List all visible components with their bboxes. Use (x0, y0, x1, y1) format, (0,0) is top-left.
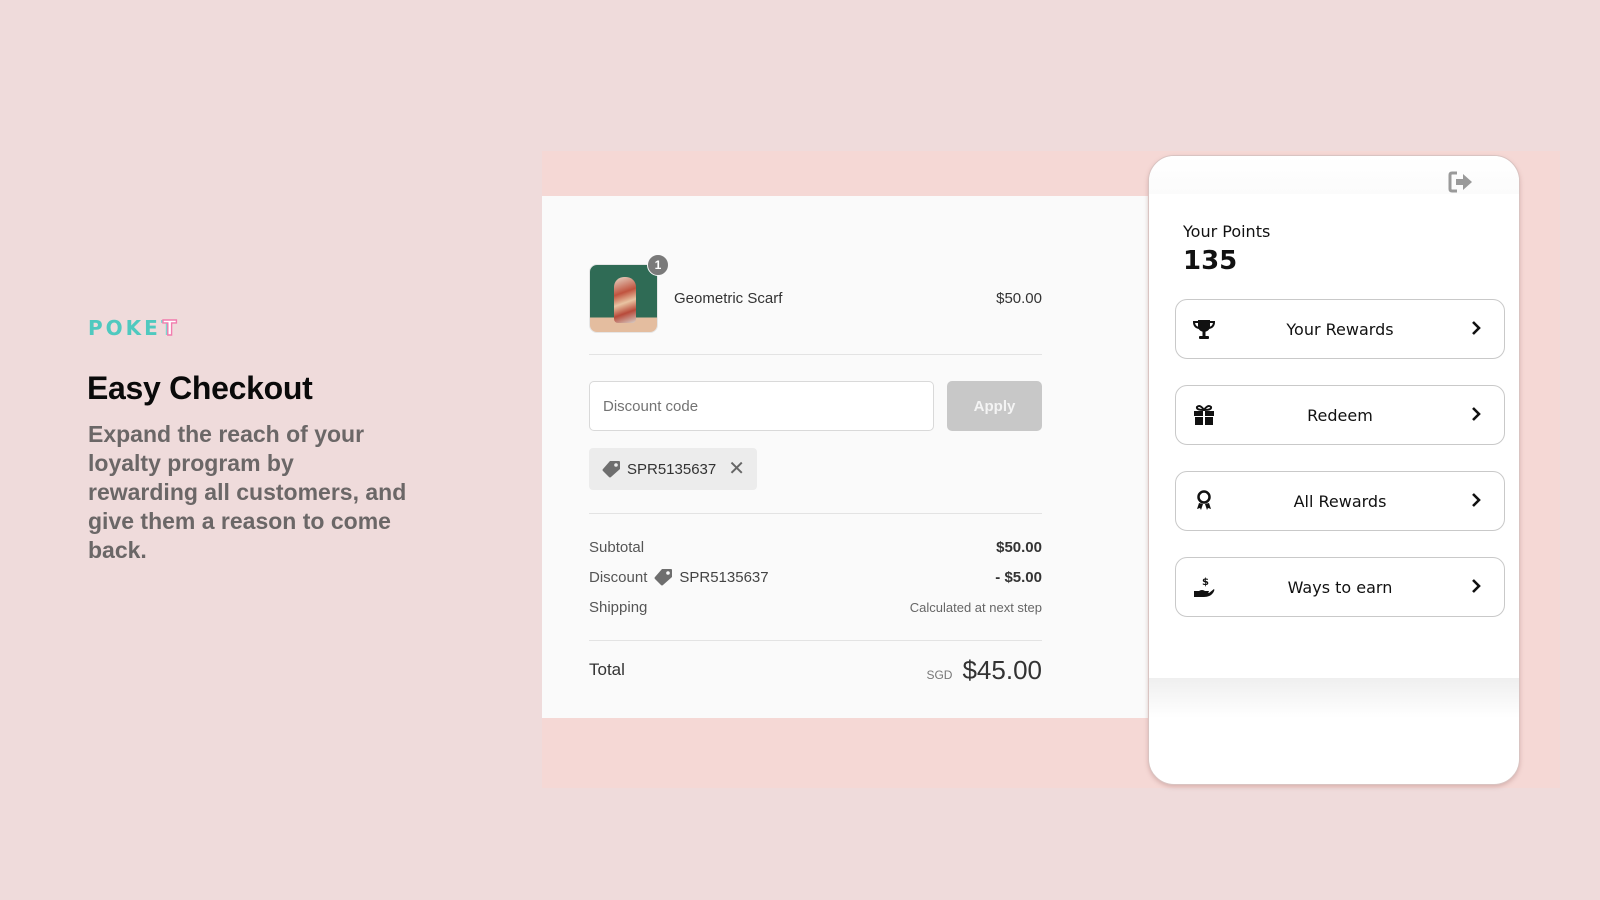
shipping-label: Shipping (589, 598, 648, 616)
summary-row-discount: Discount SPR5135637 - $5.00 (589, 562, 1042, 592)
discount-code-text: SPR5135637 (679, 568, 769, 586)
tag-icon (654, 569, 673, 586)
widget-footer-fade (1149, 678, 1519, 718)
points-value: 135 (1183, 246, 1238, 276)
cart-line-item: 1 Geometric Scarf $50.00 (589, 254, 1042, 333)
points-label: Your Points (1183, 222, 1271, 241)
page-headline: Easy Checkout (87, 370, 313, 406)
summary-row-subtotal: Subtotal $50.00 (589, 532, 1042, 562)
apply-discount-button[interactable]: Apply (947, 381, 1042, 431)
hand-dollar-icon: $ (1194, 577, 1215, 597)
chevron-right-icon (1472, 407, 1481, 421)
tag-icon (602, 461, 620, 478)
gift-icon (1194, 405, 1214, 425)
product-thumbnail (589, 264, 658, 333)
menu-label: Redeem (1307, 405, 1373, 425)
brand-logo-accent-letter: T (162, 315, 177, 340)
total-label: Total (589, 660, 625, 679)
shipping-value: Calculated at next step (909, 599, 1042, 615)
order-summary: Subtotal $50.00 Discount SPR5135637 - $5… (589, 532, 1042, 622)
brand-logo: POKE T (88, 315, 177, 340)
currency-code: SGD (926, 667, 953, 682)
divider (589, 640, 1042, 641)
total-amount-group: SGD $45.00 (926, 655, 1042, 686)
total-amount: $45.00 (962, 654, 1042, 685)
menu-label: Your Rewards (1286, 319, 1394, 339)
applied-discount-code: SPR5135637 (627, 460, 717, 478)
svg-text:$: $ (1202, 577, 1209, 588)
summary-row-shipping: Shipping Calculated at next step (589, 592, 1042, 622)
trophy-icon (1192, 320, 1216, 339)
loyalty-widget: Your Points 135 Your Rewards Redeem All … (1148, 155, 1520, 785)
subtotal-label: Subtotal (589, 538, 645, 556)
menu-label: Ways to earn (1287, 577, 1393, 597)
product-image-scarf (614, 277, 636, 323)
brand-logo-text: POKE (88, 316, 161, 340)
menu-label: All Rewards (1293, 491, 1387, 511)
chevron-right-icon (1472, 579, 1481, 593)
divider (589, 513, 1042, 514)
page-subcopy: Expand the reach of your loyalty program… (88, 421, 407, 563)
subtotal-value: $50.00 (996, 538, 1042, 556)
discount-label: Discount (589, 568, 648, 586)
menu-button-redeem[interactable]: Redeem (1175, 385, 1505, 445)
total-row: Total SGD $45.00 (589, 652, 1042, 688)
checkout-summary-card: 1 Geometric Scarf $50.00 Apply SPR513563… (542, 196, 1150, 718)
chevron-right-icon (1472, 493, 1481, 507)
menu-button-ways-to-earn[interactable]: $ Ways to earn (1175, 557, 1505, 617)
product-price: $50.00 (996, 290, 1042, 307)
quantity-badge: 1 (647, 254, 669, 276)
award-ribbon-icon (1197, 490, 1211, 510)
chevron-right-icon (1472, 321, 1481, 335)
close-icon[interactable]: ✕ (728, 459, 745, 479)
sign-out-icon[interactable] (1447, 170, 1475, 194)
discount-code-input[interactable] (589, 381, 934, 431)
divider (589, 354, 1042, 355)
discount-value: - $5.00 (995, 568, 1042, 586)
menu-button-all-rewards[interactable]: All Rewards (1175, 471, 1505, 531)
product-name: Geometric Scarf (674, 290, 783, 307)
menu-button-your-rewards[interactable]: Your Rewards (1175, 299, 1505, 359)
applied-discount-chip: SPR5135637 ✕ (589, 448, 758, 490)
discount-code-display: SPR5135637 (653, 568, 769, 586)
